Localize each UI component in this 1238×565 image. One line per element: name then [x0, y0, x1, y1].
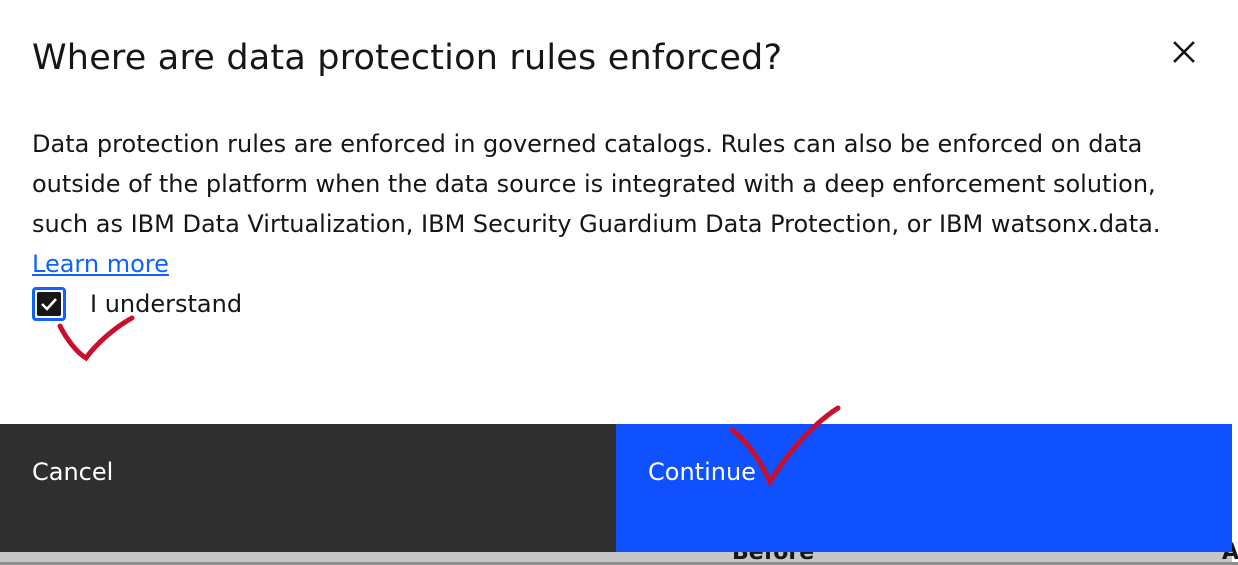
cancel-button[interactable]: Cancel: [0, 424, 616, 552]
acknowledge-checkbox-label: I understand: [90, 290, 243, 318]
modal-body: Data protection rules are enforced in go…: [32, 124, 1192, 284]
background-page-edge: [1232, 0, 1238, 562]
close-icon: [1173, 41, 1195, 63]
continue-button[interactable]: Continue: [616, 424, 1232, 552]
close-button[interactable]: [1162, 30, 1206, 74]
acknowledge-checkbox-row[interactable]: I understand: [32, 282, 242, 326]
acknowledge-checkbox[interactable]: [32, 287, 66, 321]
modal-body-text: Data protection rules are enforced in go…: [32, 130, 1161, 238]
modal-footer: Cancel Continue: [0, 424, 1232, 552]
modal-title: Where are data protection rules enforced…: [32, 38, 783, 78]
checkbox-fill: [37, 292, 61, 316]
modal-dialog: Where are data protection rules enforced…: [0, 0, 1232, 552]
learn-more-link[interactable]: Learn more: [32, 250, 169, 278]
checkmark-icon: [41, 298, 57, 311]
